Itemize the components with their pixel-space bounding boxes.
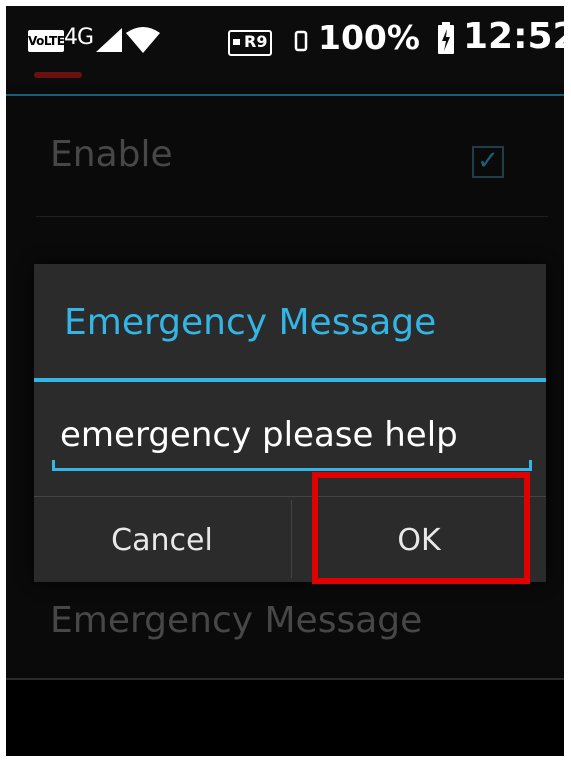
signal-icon <box>96 28 122 56</box>
clock: 12:52 <box>463 16 564 57</box>
input-underline-right-tick <box>529 460 532 470</box>
navigation-area <box>6 680 564 756</box>
input-underline <box>52 468 532 471</box>
phone-screen: VoLTE 4G R9 100% 12:52 Enable ✓ Emergenc… <box>6 6 564 756</box>
row-divider <box>36 216 548 217</box>
button-bar-divider <box>34 496 546 497</box>
emergency-message-dialog: Emergency Message Cancel OK <box>34 264 546 582</box>
message-input[interactable] <box>52 402 530 468</box>
tab-indicator <box>34 72 82 78</box>
ok-button[interactable]: OK <box>292 498 546 582</box>
emergency-message-setting-label[interactable]: Emergency Message <box>50 600 422 641</box>
wifi-icon <box>126 27 160 57</box>
dialog-title-divider <box>34 378 546 382</box>
battery-percent: 100% <box>318 18 420 57</box>
battery-charging-icon <box>438 22 454 54</box>
header-divider <box>6 94 564 96</box>
input-underline-left-tick <box>52 460 55 470</box>
roaming-icon: R9 <box>228 30 273 56</box>
enable-checkbox[interactable]: ✓ <box>472 146 504 178</box>
dialog-title: Emergency Message <box>64 302 437 343</box>
enable-setting-label[interactable]: Enable <box>50 134 173 175</box>
cancel-button[interactable]: Cancel <box>34 498 290 582</box>
vibrate-icon <box>294 30 308 52</box>
status-bar: VoLTE 4G R9 100% 12:52 <box>6 6 564 82</box>
network-type: 4G <box>64 25 94 50</box>
volte-icon: VoLTE <box>28 30 65 52</box>
